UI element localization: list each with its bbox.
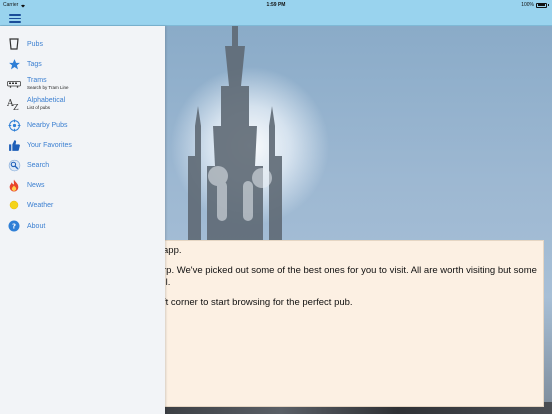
beer-glass-icon — [7, 37, 21, 51]
welcome-line-1: app. — [163, 245, 182, 256]
search-icon — [7, 158, 21, 172]
hamburger-icon[interactable] — [9, 13, 21, 23]
menu-item-trams[interactable]: Trams Search by Tram Line — [0, 75, 165, 93]
info-icon: ? — [7, 219, 21, 233]
menu-item-search[interactable]: Search — [0, 156, 165, 174]
menu-item-tags[interactable]: Tags — [0, 55, 165, 73]
menu-item-about[interactable]: ? About — [0, 217, 165, 235]
menu-label-weather: Weather — [27, 201, 54, 209]
menu-item-weather[interactable]: Weather — [0, 196, 165, 214]
az-icon: AZ — [7, 97, 21, 111]
welcome-line-3: ft corner to start browsing for the perf… — [163, 297, 353, 308]
menu-label-about: About — [27, 222, 46, 230]
menu-item-pubs[interactable]: Pubs — [0, 35, 165, 53]
menu-item-alphabetical[interactable]: AZ Alphabetical List of pubs — [0, 95, 165, 113]
status-right: 100% — [521, 2, 549, 8]
side-menu: Pubs Tags Trams Search by Tram Line AZ A… — [0, 26, 165, 414]
svg-text:Z: Z — [13, 103, 19, 111]
star-icon — [7, 57, 21, 71]
status-bar: Carrier 1:59 PM 100% — [0, 0, 552, 10]
navigation-bar — [0, 10, 552, 26]
menu-label-tags: Tags — [27, 60, 42, 68]
cathedral-tower-image — [188, 26, 282, 241]
menu-sub-alphabetical: List of pubs — [27, 105, 51, 110]
menu-label-search: Search — [27, 161, 50, 169]
svg-text:?: ? — [12, 223, 16, 231]
welcome-line-2a: rp. We've picked out some of the best on… — [163, 265, 537, 276]
sun-icon — [7, 198, 21, 212]
battery-tip — [548, 4, 549, 6]
menu-label-pubs: Pubs — [27, 40, 43, 48]
menu-item-nearby-pubs[interactable]: Nearby Pubs — [0, 116, 165, 134]
menu-label-alphabetical: Alphabetical — [27, 97, 66, 104]
menu-label-news: News — [27, 181, 45, 189]
tram-icon — [7, 77, 21, 91]
flame-icon — [7, 178, 21, 192]
status-time: 1:59 PM — [266, 2, 286, 8]
welcome-card: app. rp. We've picked out some of the be… — [150, 240, 544, 407]
menu-label-trams: Trams — [27, 77, 47, 84]
welcome-text: app. rp. We've picked out some of the be… — [163, 241, 537, 317]
battery-percent: 100% — [521, 2, 534, 8]
menu-sub-trams: Search by Tram Line — [27, 85, 69, 90]
thumbs-up-icon — [7, 138, 21, 152]
menu-label-nearby-pubs: Nearby Pubs — [27, 121, 68, 129]
battery-icon — [536, 2, 547, 8]
menu-item-your-favorites[interactable]: Your Favorites — [0, 136, 165, 154]
location-icon — [7, 118, 21, 132]
menu-item-news[interactable]: News — [0, 176, 165, 194]
welcome-line-2: rp. We've picked out some of the best on… — [163, 265, 537, 289]
menu-label-your-favorites: Your Favorites — [27, 141, 72, 149]
